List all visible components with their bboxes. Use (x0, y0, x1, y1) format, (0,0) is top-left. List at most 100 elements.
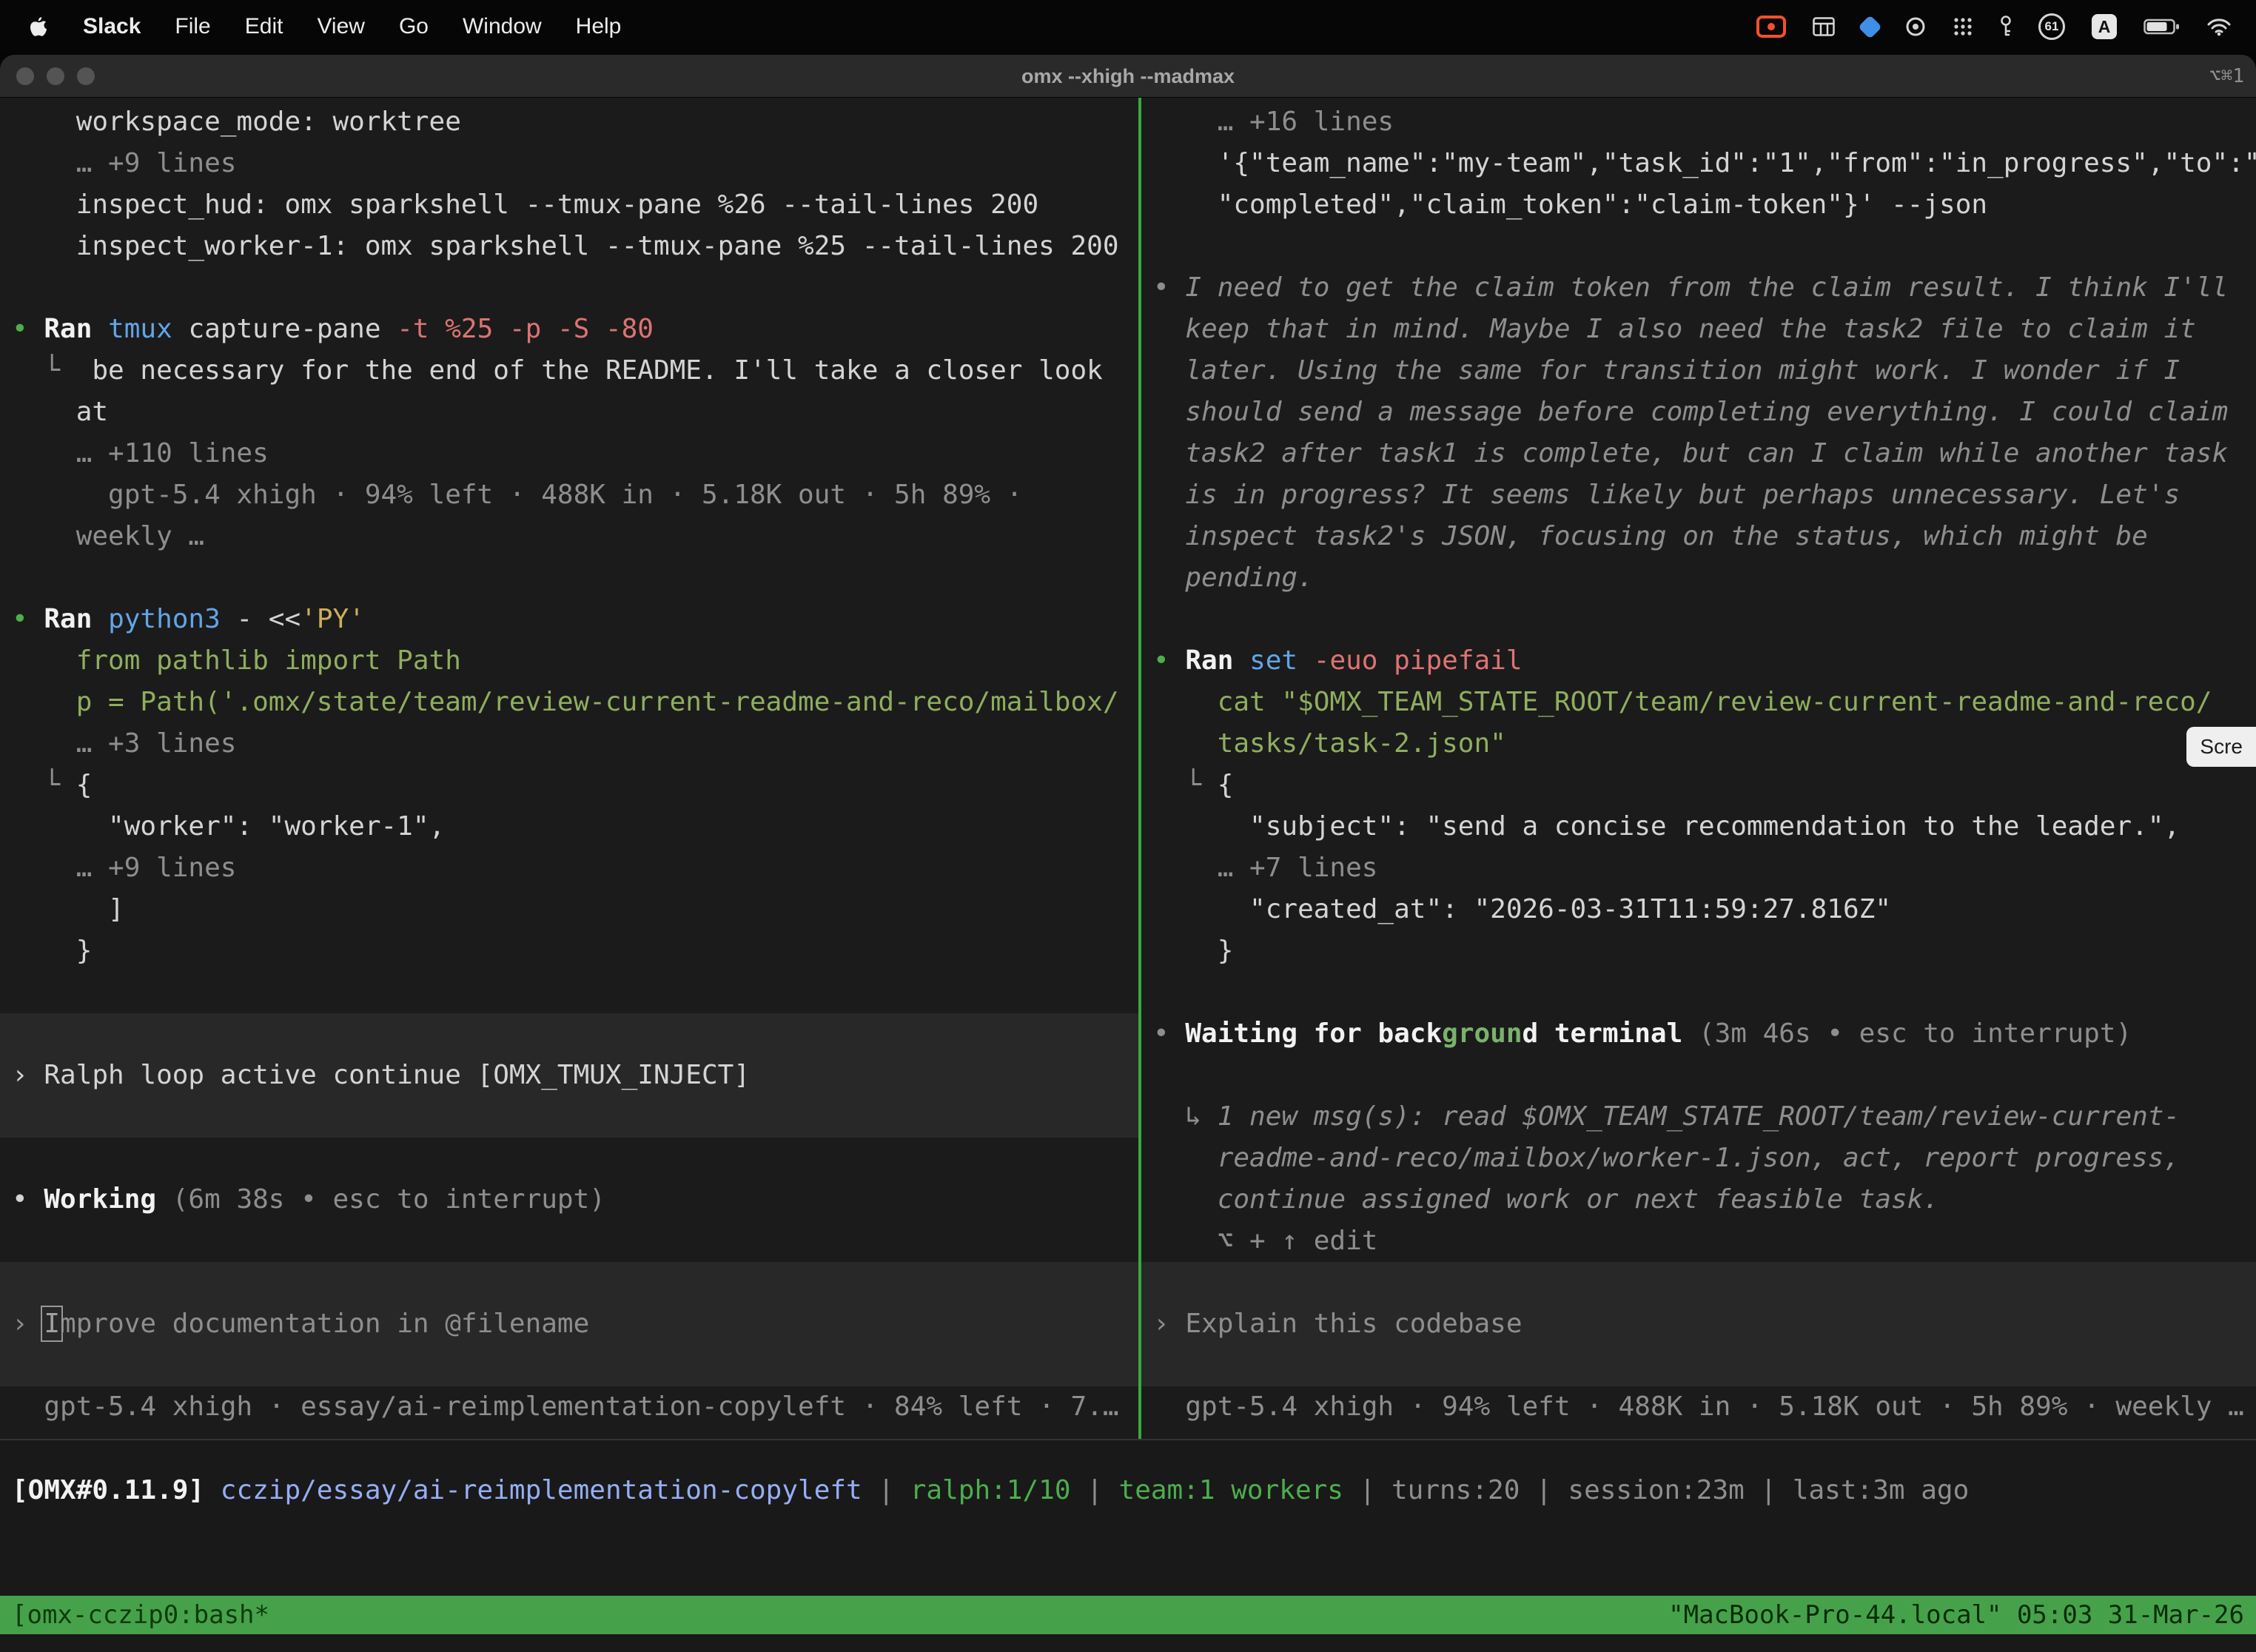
ring-app-icon[interactable] (1905, 16, 1926, 37)
terminal-line (0, 1013, 1138, 1055)
menu-file[interactable]: File (175, 14, 210, 39)
text-segment: • (12, 1184, 44, 1215)
terminal-line (0, 267, 1138, 309)
terminal-line: later. Using the same for transition mig… (1141, 350, 2256, 392)
input-source-icon[interactable]: A (2092, 14, 2117, 39)
text-segment: … +9 lines (12, 148, 236, 178)
text-segment: set (1249, 645, 1314, 676)
text-segment: (3m 46s • esc to interrupt) (1699, 1018, 2132, 1049)
terminal-line: "completed","claim_token":"claim-token"}… (1141, 184, 2256, 226)
text-segment: "subject": "send a concise recommendatio… (1153, 811, 2180, 842)
text-segment: workspace_mode: worktree (12, 107, 461, 137)
menu-window[interactable]: Window (463, 14, 542, 39)
screen: Slack File Edit View Go Window Help 61 A (0, 0, 2256, 1652)
blue-app-icon[interactable] (1861, 19, 1879, 36)
terminal-line: should send a message before completing … (1141, 392, 2256, 433)
terminal-line: gpt-5.4 xhigh · essay/ai-reimplementatio… (0, 1386, 1138, 1428)
text-segment: | (1071, 1475, 1119, 1505)
text-segment: d terminal (1523, 1018, 1699, 1049)
text-segment: • (12, 314, 44, 344)
battery-icon[interactable] (2143, 18, 2181, 36)
terminal-line: from pathlib import Path (0, 640, 1138, 682)
tmux-pane-right[interactable]: … +16 lines '{"team_name":"my-team","tas… (1141, 98, 2256, 1439)
app-menu-slack[interactable]: Slack (83, 14, 141, 39)
terminal-line (0, 557, 1138, 599)
input-source-letter: A (2098, 17, 2111, 37)
terminal-line: "subject": "send a concise recommendatio… (1141, 806, 2256, 847)
terminal-line: inspect task2's JSON, focusing on the st… (1141, 516, 2256, 557)
terminal-line (1141, 1055, 2256, 1096)
text-segment: groun (1442, 1018, 1522, 1049)
text-segment: • (1153, 1018, 1185, 1049)
wifi-icon[interactable] (2207, 17, 2231, 36)
menu-help[interactable]: Help (576, 14, 622, 39)
terminal-line: … +9 lines (0, 143, 1138, 184)
text-segment: gpt-5.4 xhigh · 94% left · 488K in · 5.1… (1153, 1391, 2244, 1422)
apple-menu-icon[interactable] (28, 15, 49, 38)
terminal-line: "created_at": "2026-03-31T11:59:27.816Z" (1141, 889, 2256, 930)
terminal-line: weekly … (0, 516, 1138, 557)
text-segment: [OMX#0.11.9] (12, 1475, 221, 1505)
terminal-line: └ { (0, 765, 1138, 806)
window-titlebar[interactable]: omx --xhigh --madmax ⌥⌘1 (0, 55, 2256, 98)
tmux-pane-left[interactable]: workspace_mode: worktree … +9 lines insp… (0, 98, 1138, 1439)
text-segment: tmux (108, 314, 188, 344)
menu-bar: Slack File Edit View Go Window Help 61 A (0, 0, 2256, 53)
text-segment: › (12, 1309, 44, 1339)
menu-edit[interactable]: Edit (245, 14, 283, 39)
text-segment: • (12, 604, 44, 634)
terminal-line: › Explain this codebase (1141, 1303, 2256, 1345)
window-title: omx --xhigh --madmax (0, 55, 2256, 98)
text-segment: should send a message before completing … (1153, 397, 2228, 427)
terminal-line: └ be necessary for the end of the README… (0, 350, 1138, 392)
text-segment: "worker": "worker-1", (12, 811, 445, 842)
terminal-line (1141, 599, 2256, 640)
terminal-line: gpt-5.4 xhigh · 94% left · 488K in · 5.1… (1141, 1386, 2256, 1428)
text-segment: Ran (1185, 645, 1249, 676)
terminal-line: ↳ 1 new msg(s): read $OMX_TEAM_STATE_ROO… (1141, 1096, 2256, 1138)
recording-dot (1767, 23, 1775, 30)
text-segment: weekly … (12, 521, 204, 551)
screen-recording-icon[interactable] (1756, 16, 1786, 38)
text-segment: -t %25 -p -S -80 (397, 314, 654, 344)
text-segment: Ran (44, 314, 108, 344)
terminal-line: tasks/task-2.json" (1141, 723, 2256, 765)
dots-grid-icon[interactable] (1953, 16, 1973, 37)
tmux-terminal[interactable]: workspace_mode: worktree … +9 lines insp… (0, 98, 2256, 1440)
menu-go[interactable]: Go (399, 14, 429, 39)
text-segment: python3 (108, 604, 236, 634)
text-segment: keep that in mind. Maybe I also need the… (1153, 314, 2196, 344)
text-segment: | (862, 1475, 910, 1505)
terminal-line: … +3 lines (0, 723, 1138, 765)
terminal-line: … +16 lines (1141, 101, 2256, 143)
terminal-line: • Ran set -euo pipefail (1141, 640, 2256, 682)
terminal-line: task2 after task1 is complete, but can I… (1141, 433, 2256, 474)
grid-app-icon[interactable] (1813, 17, 1835, 36)
text-segment: continue assigned work or next feasible … (1153, 1184, 1939, 1215)
terminal-line: … +110 lines (0, 433, 1138, 474)
text-segment: is in progress? It seems likely but perh… (1153, 480, 2180, 510)
screen-sharing-tooltip: Scre (2186, 727, 2256, 767)
text-segment: I (44, 1309, 60, 1339)
text-segment: (6m 38s • esc to interrupt) (172, 1184, 605, 1215)
terminal-line: › Improve documentation in @filename (0, 1303, 1138, 1345)
text-segment: 'PY' (301, 604, 365, 634)
menu-view[interactable]: View (317, 14, 364, 39)
terminal-line: at (0, 392, 1138, 433)
text-segment: { (1218, 770, 1234, 800)
terminal-line: keep that in mind. Maybe I also need the… (1141, 309, 2256, 350)
text-segment: cczip/essay/ai-reimplementation-copyleft (221, 1475, 862, 1505)
terminal-line: … +7 lines (1141, 847, 2256, 889)
key-icon[interactable] (2000, 16, 2012, 38)
gauge-badge-icon[interactable]: 61 (2038, 13, 2065, 40)
text-segment: -euo pipefail (1314, 645, 1523, 676)
terminal-window: omx --xhigh --madmax ⌥⌘1 workspace_mode:… (0, 55, 2256, 1652)
terminal-line: inspect_hud: omx sparkshell --tmux-pane … (0, 184, 1138, 226)
terminal-line: • I need to get the claim token from the… (1141, 267, 2256, 309)
text-segment: ] (12, 894, 124, 924)
terminal-line: › Ralph loop active continue [OMX_TMUX_I… (0, 1055, 1138, 1096)
text-segment: inspect_worker-1: omx sparkshell --tmux-… (12, 231, 1119, 261)
text-segment: capture-pane (188, 314, 397, 344)
text-segment: • (1153, 645, 1185, 676)
menubar-status-icons: 61 A (1756, 13, 2231, 40)
